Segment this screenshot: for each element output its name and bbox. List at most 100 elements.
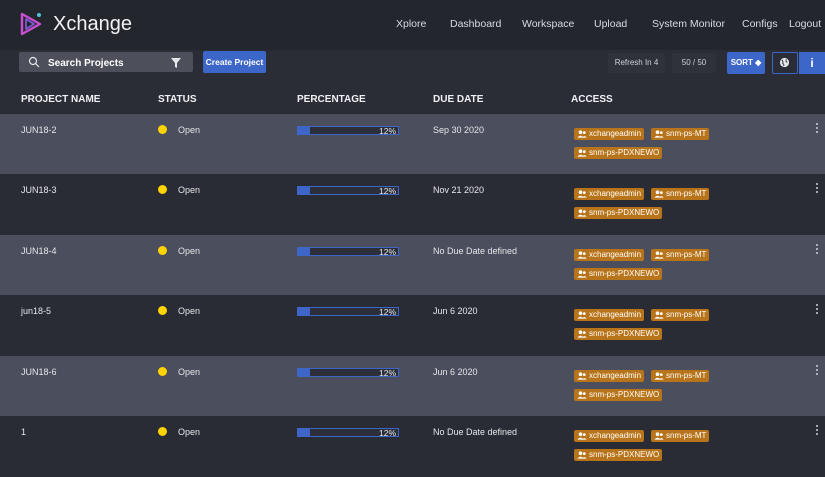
project-count: 50 / 50 [672, 53, 716, 73]
nav-dashboard[interactable]: Dashboard [450, 18, 501, 30]
table-row[interactable]: jun18-5 Open 12% Jun 6 2020 xchangeadmin snm-… [0, 295, 825, 356]
filter-icon[interactable] [170, 57, 182, 69]
progress-bar: 12% [297, 368, 399, 378]
access-badge[interactable]: snm-ps-PDXNEWO [574, 449, 663, 461]
column-header-percentage[interactable]: PERCENTAGE [297, 94, 366, 105]
due-date: Nov 21 2020 [433, 185, 485, 195]
globe-icon [779, 57, 790, 68]
users-icon [577, 270, 587, 278]
progress-percentage: 12% [378, 428, 396, 438]
access-badge[interactable]: snm-ps-MT [651, 249, 710, 261]
users-icon [577, 372, 587, 380]
table-row[interactable]: 1 Open 12% No Due Date defined xchangeadmin s… [0, 416, 825, 477]
users-icon [577, 311, 587, 319]
table-row[interactable]: JUN18-3 Open 12% Nov 21 2020 xchangeadmin snm… [0, 174, 825, 235]
table-row[interactable]: JUN18-4 Open 12% No Due Date defined xchange… [0, 235, 825, 296]
status-text: Open [178, 125, 201, 135]
status-text: Open [178, 306, 201, 316]
status-text: Open [178, 367, 201, 377]
access-badge[interactable]: xchangeadmin [574, 309, 645, 321]
project-name[interactable]: jun18-5 [21, 306, 51, 316]
nav-xplore[interactable]: Xplore [396, 18, 426, 30]
due-date: Sep 30 2020 [433, 125, 485, 135]
search-input[interactable] [46, 54, 175, 72]
progress-bar-fill [298, 248, 310, 255]
access-badge-label: snm-ps-PDXNEWO [589, 390, 660, 399]
users-icon [654, 311, 664, 319]
access-badge[interactable]: snm-ps-PDXNEWO [574, 328, 663, 340]
access-badge[interactable]: xchangeadmin [574, 188, 645, 200]
progress-bar-fill [298, 369, 310, 376]
access-badge[interactable]: xchangeadmin [574, 370, 645, 382]
access-badge[interactable]: snm-ps-MT [651, 430, 710, 442]
row-menu-icon[interactable] [815, 303, 819, 315]
progress-bar: 12% [297, 126, 399, 136]
info-button[interactable]: i [799, 52, 825, 74]
status-indicator-icon [158, 306, 167, 315]
progress-bar-fill [298, 308, 310, 315]
due-date: No Due Date defined [433, 246, 518, 256]
users-icon [577, 391, 587, 399]
nav-workspace[interactable]: Workspace [522, 18, 574, 30]
row-menu-icon[interactable] [815, 364, 819, 376]
status-text: Open [178, 185, 201, 195]
row-menu-icon[interactable] [815, 182, 819, 194]
users-icon [577, 451, 587, 459]
status-text: Open [178, 246, 201, 256]
users-icon [654, 190, 664, 198]
progress-percentage: 12% [378, 307, 396, 317]
project-name[interactable]: 1 [21, 427, 26, 437]
project-name[interactable]: JUN18-6 [21, 367, 57, 377]
project-name[interactable]: JUN18-3 [21, 185, 57, 195]
project-name[interactable]: JUN18-2 [21, 125, 57, 135]
status-indicator-icon [158, 246, 167, 255]
sort-button[interactable]: SORT ◆ [727, 52, 765, 74]
access-badge[interactable]: snm-ps-MT [651, 370, 710, 382]
progress-bar-fill [298, 127, 310, 134]
access-badge[interactable]: snm-ps-MT [651, 128, 710, 140]
row-menu-icon[interactable] [815, 424, 819, 436]
users-icon [577, 251, 587, 259]
access-badge[interactable]: snm-ps-PDXNEWO [574, 268, 663, 280]
access-badge[interactable]: snm-ps-PDXNEWO [574, 147, 663, 159]
progress-bar: 12% [297, 307, 399, 317]
access-badge-label: snm-ps-MT [666, 250, 707, 259]
nav-upload[interactable]: Upload [594, 18, 627, 30]
nav-system-monitor[interactable]: System Monitor [652, 18, 725, 30]
column-header-access[interactable]: ACCESS [571, 94, 613, 105]
column-header-project-name[interactable]: PROJECT NAME [21, 94, 100, 105]
create-project-button[interactable]: Create Project [203, 51, 266, 73]
due-date: No Due Date defined [433, 427, 518, 437]
nav-configs[interactable]: Configs [742, 18, 778, 30]
access-badge[interactable]: snm-ps-PDXNEWO [574, 207, 663, 219]
access-badge[interactable]: snm-ps-MT [651, 309, 710, 321]
access-badge-label: snm-ps-MT [666, 431, 707, 440]
column-header-due-date[interactable]: DUE DATE [433, 94, 483, 105]
top-nav-bar: Xchange Xplore Dashboard Workspace Uploa… [0, 0, 825, 50]
access-badge-label: xchangeadmin [589, 250, 642, 259]
access-badge[interactable]: xchangeadmin [574, 249, 645, 261]
row-menu-icon[interactable] [815, 243, 819, 255]
progress-bar: 12% [297, 428, 399, 438]
access-badge[interactable]: xchangeadmin [574, 128, 645, 140]
access-badge-label: xchangeadmin [589, 431, 642, 440]
row-menu-icon[interactable] [815, 122, 819, 134]
refresh-countdown: Refresh In 4 [608, 53, 665, 73]
access-badge-label: snm-ps-PDXNEWO [589, 208, 660, 217]
nav-logout[interactable]: Logout [789, 18, 821, 30]
users-icon [577, 432, 587, 440]
status-indicator-icon [158, 427, 167, 436]
progress-bar: 12% [297, 186, 399, 196]
access-badge[interactable]: xchangeadmin [574, 430, 645, 442]
access-badge[interactable]: snm-ps-PDXNEWO [574, 389, 663, 401]
column-header-status[interactable]: STATUS [158, 94, 197, 105]
access-badge-label: xchangeadmin [589, 371, 642, 380]
access-badge[interactable]: snm-ps-MT [651, 188, 710, 200]
access-badge-label: snm-ps-PDXNEWO [589, 450, 660, 459]
project-name[interactable]: JUN18-4 [21, 246, 57, 256]
table-row[interactable]: JUN18-6 Open 12% Jun 6 2020 xchangeadmin snm-… [0, 356, 825, 417]
status-indicator-icon [158, 125, 167, 134]
progress-bar-fill [298, 187, 310, 194]
globe-toggle-button[interactable] [772, 52, 798, 74]
table-row[interactable]: JUN18-2 Open 12% Sep 30 2020 xchangeadmin snm… [0, 114, 825, 175]
